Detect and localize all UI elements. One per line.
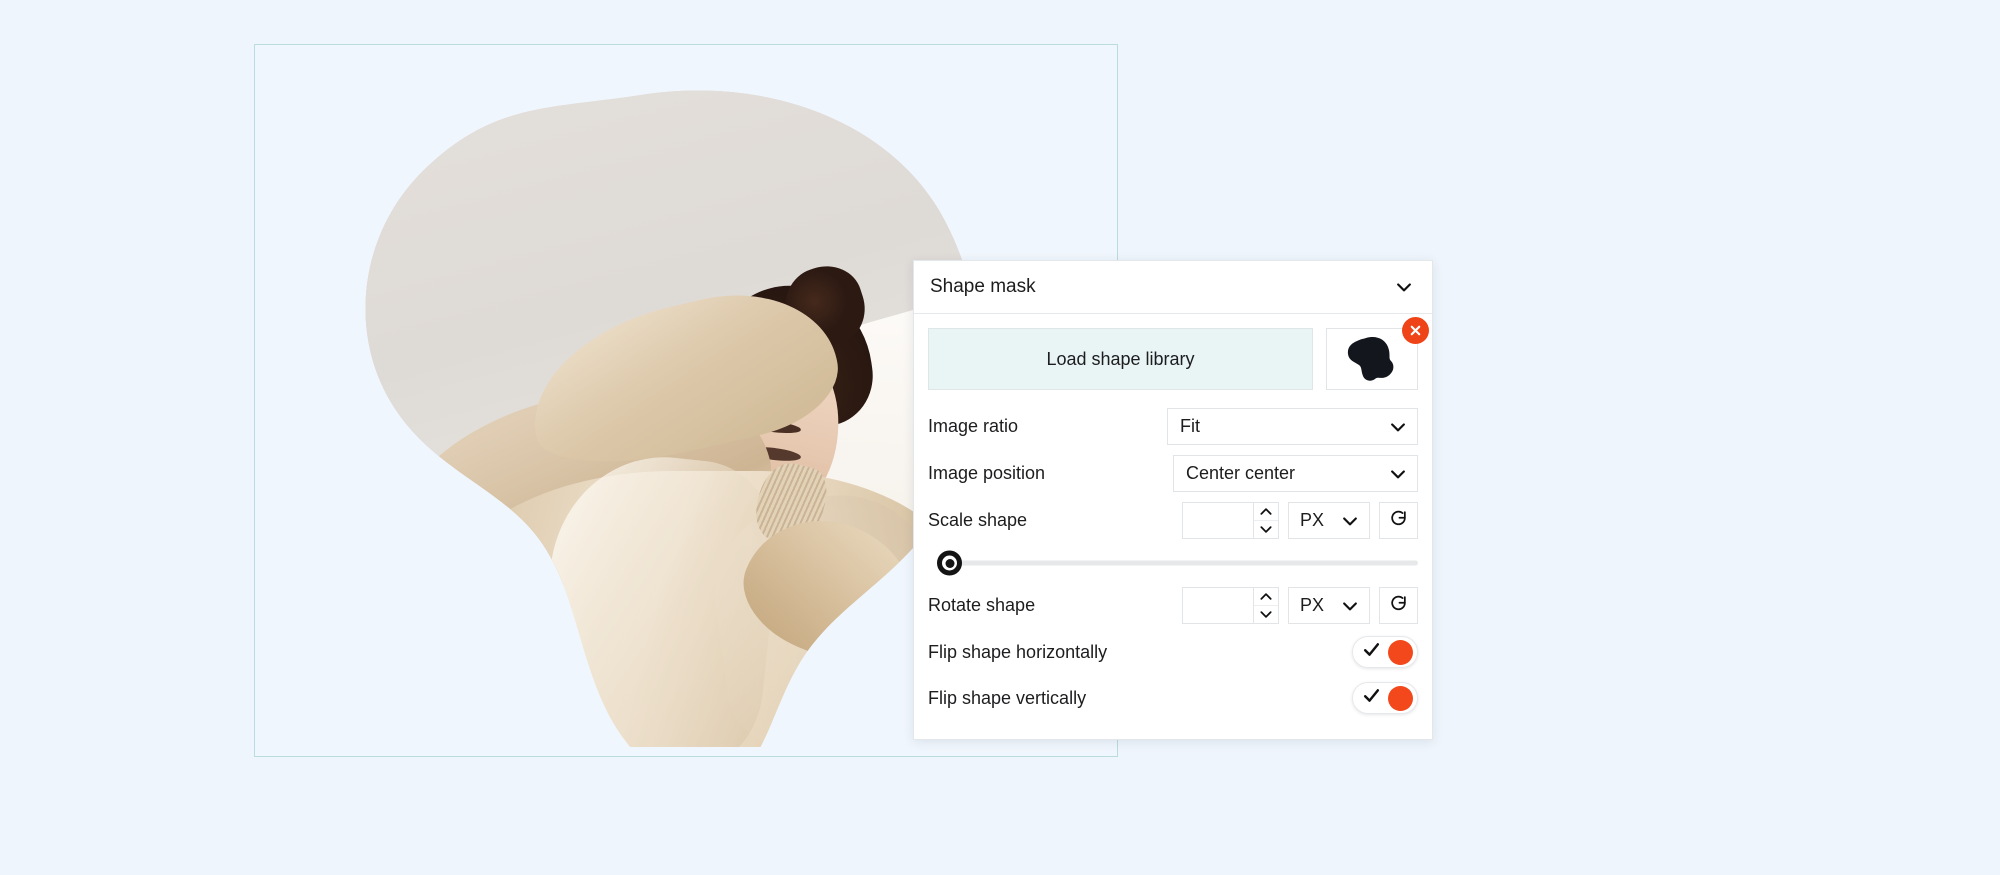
flip-vertical-label: Flip shape vertically xyxy=(928,687,1087,708)
panel-header[interactable]: Shape mask xyxy=(914,261,1432,314)
rotate-shape-row: Rotate shape PX xyxy=(928,582,1418,629)
refresh-icon xyxy=(1389,509,1408,533)
flip-horizontal-row: Flip shape horizontally xyxy=(928,629,1418,675)
scale-shape-reset-button[interactable] xyxy=(1379,502,1418,539)
scale-shape-unit-value: PX xyxy=(1300,510,1325,530)
scale-shape-controls: PX xyxy=(1182,502,1418,539)
rotate-shape-unit-select[interactable]: PX xyxy=(1288,587,1370,624)
rotate-shape-reset-button[interactable] xyxy=(1379,587,1418,624)
check-icon xyxy=(1362,640,1381,664)
chevron-up-icon[interactable] xyxy=(1254,588,1278,605)
shape-source-row: Load shape library xyxy=(928,317,1429,390)
scale-shape-row: Scale shape PX xyxy=(928,497,1418,544)
image-position-label: Image position xyxy=(928,463,1046,483)
flip-horizontal-label: Flip shape horizontally xyxy=(928,641,1108,662)
masked-image[interactable] xyxy=(349,89,1009,747)
chevron-down-icon[interactable] xyxy=(1254,520,1278,538)
app-root: Shape mask Load shape library Image rati… xyxy=(0,0,2000,875)
image-ratio-select[interactable]: Fit xyxy=(1167,408,1418,445)
image-position-select[interactable]: Center center xyxy=(1173,455,1418,492)
flip-vertical-toggle[interactable] xyxy=(1352,682,1418,714)
image-position-value: Center center xyxy=(1186,463,1296,483)
chevron-down-icon xyxy=(1340,596,1360,616)
image-ratio-value: Fit xyxy=(1180,416,1200,436)
panel-body: Load shape library Image ratio Fit Image… xyxy=(914,314,1432,739)
scale-shape-label: Scale shape xyxy=(928,510,1028,530)
rotate-shape-input[interactable] xyxy=(1182,587,1253,624)
check-icon xyxy=(1362,686,1381,710)
scale-shape-unit-select[interactable]: PX xyxy=(1288,502,1370,539)
photo-content xyxy=(349,89,1009,747)
toggle-knob xyxy=(1388,685,1413,711)
image-ratio-label: Image ratio xyxy=(928,416,1019,436)
scale-shape-slider[interactable] xyxy=(928,544,1418,582)
chevron-up-icon[interactable] xyxy=(1254,503,1278,520)
scale-shape-input[interactable] xyxy=(1182,502,1253,539)
close-circle-icon[interactable] xyxy=(1402,317,1429,344)
image-position-row: Image position Center center xyxy=(928,450,1418,497)
slider-track[interactable] xyxy=(959,560,1418,566)
flip-vertical-row: Flip shape vertically xyxy=(928,675,1418,721)
rotate-shape-stepper[interactable] xyxy=(1253,587,1279,624)
load-shape-library-button[interactable]: Load shape library xyxy=(928,328,1313,390)
rotate-shape-controls: PX xyxy=(1182,587,1418,624)
chevron-down-icon xyxy=(1340,511,1360,531)
slider-handle[interactable] xyxy=(937,550,962,576)
chevron-down-icon[interactable] xyxy=(1254,605,1278,623)
flip-horizontal-toggle[interactable] xyxy=(1352,636,1418,668)
shape-mask-panel: Shape mask Load shape library Image rati… xyxy=(913,260,1433,740)
toggle-knob xyxy=(1388,639,1413,665)
page-title: Shape mask xyxy=(930,276,1036,297)
refresh-icon xyxy=(1389,594,1408,618)
blob-shape-icon xyxy=(1346,336,1398,382)
rotate-shape-label: Rotate shape xyxy=(928,595,1036,615)
rotate-shape-unit-value: PX xyxy=(1300,595,1325,615)
chevron-down-icon[interactable] xyxy=(1394,277,1414,297)
scale-shape-stepper[interactable] xyxy=(1253,502,1279,539)
shape-thumbnail-wrapper xyxy=(1326,317,1429,390)
image-ratio-row: Image ratio Fit xyxy=(928,403,1418,450)
